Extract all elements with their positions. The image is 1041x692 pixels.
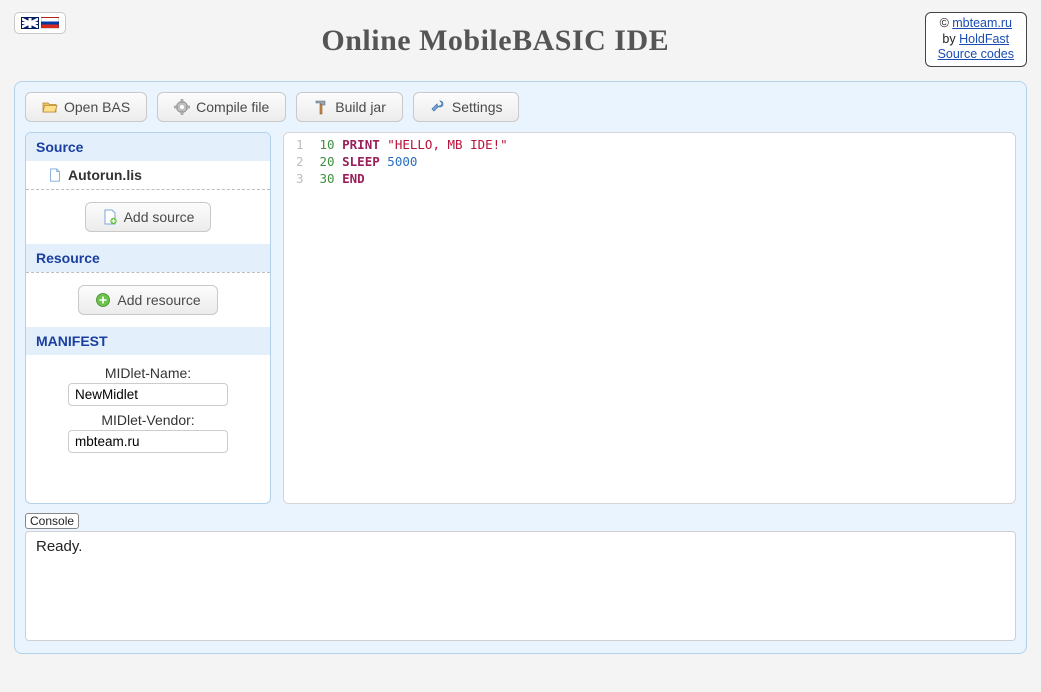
by-prefix: by [942,32,959,46]
add-resource-label: Add resource [117,292,200,308]
flag-ru-icon[interactable] [41,17,59,29]
settings-label: Settings [452,99,503,115]
console-output: Ready. [25,531,1016,641]
add-resource-button[interactable]: Add resource [78,285,217,315]
midlet-vendor-input[interactable] [68,430,228,453]
source-codes-link[interactable]: Source codes [938,47,1014,61]
ide-panel: Open BAS Compile file Build jar Settings… [14,81,1027,654]
site-link[interactable]: mbteam.ru [952,16,1012,30]
sidebar: Source Autorun.lis Add source Resource A… [25,132,271,504]
source-file-item[interactable]: Autorun.lis [26,161,270,189]
language-switcher[interactable] [14,12,66,34]
page-title: Online MobileBASIC IDE [66,12,925,58]
editor-code[interactable]: 10 PRINT "HELLO, MB IDE!" 20 SLEEP 5000 … [312,133,1015,503]
plus-circle-icon [95,292,111,308]
wrench-icon [430,99,446,115]
editor-gutter: 1 2 3 [284,133,312,503]
midlet-name-input[interactable] [68,383,228,406]
flag-uk-icon[interactable] [21,17,39,29]
open-bas-button[interactable]: Open BAS [25,92,147,122]
compile-label: Compile file [196,99,269,115]
manifest-header: MANIFEST [26,327,270,355]
midlet-name-label: MIDlet-Name: [38,365,258,381]
midlet-vendor-label: MIDlet-Vendor: [38,412,258,428]
settings-button[interactable]: Settings [413,92,520,122]
open-bas-label: Open BAS [64,99,130,115]
main-toolbar: Open BAS Compile file Build jar Settings [25,92,1016,122]
resource-header: Resource [26,244,270,272]
compile-button[interactable]: Compile file [157,92,286,122]
console-label: Console [25,513,79,529]
build-jar-button[interactable]: Build jar [296,92,403,122]
folder-open-icon [42,99,58,115]
author-link[interactable]: HoldFast [959,32,1009,46]
add-source-button[interactable]: Add source [85,202,212,232]
attribution-box: © mbteam.ru by HoldFast Source codes [925,12,1027,67]
file-icon [48,168,62,182]
copyright-prefix: © [940,16,953,30]
hammer-icon [313,99,329,115]
build-jar-label: Build jar [335,99,386,115]
source-header: Source [26,133,270,161]
gear-icon [174,99,190,115]
source-file-name: Autorun.lis [68,167,142,183]
manifest-body: MIDlet-Name: MIDlet-Vendor: [26,355,270,469]
file-add-icon [102,209,118,225]
add-source-label: Add source [124,209,195,225]
code-editor[interactable]: 1 2 3 10 PRINT "HELLO, MB IDE!" 20 SLEEP… [283,132,1016,504]
